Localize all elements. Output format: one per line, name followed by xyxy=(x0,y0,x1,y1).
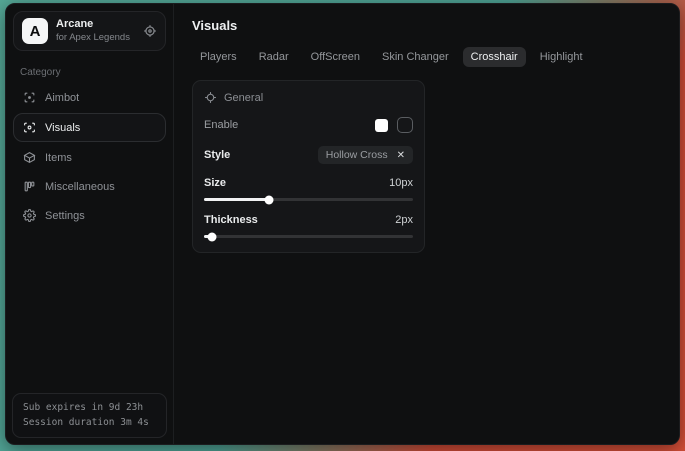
sidebar-item-label: Miscellaneous xyxy=(45,181,115,193)
size-slider[interactable] xyxy=(204,198,413,201)
app-window: A Arcane for Apex Legends Category xyxy=(5,3,680,445)
thickness-slider-thumb[interactable] xyxy=(208,232,217,241)
size-slider-fill xyxy=(204,198,269,201)
sidebar-item-items[interactable]: Items xyxy=(13,144,166,171)
style-select[interactable]: Hollow Cross ✕ xyxy=(318,146,413,164)
brand-logo: A xyxy=(22,18,48,44)
enable-label: Enable xyxy=(204,119,238,131)
sidebar-item-label: Aimbot xyxy=(45,92,79,104)
panel-title: General xyxy=(224,92,263,104)
panel-header: General xyxy=(204,91,413,104)
sidebar-item-label: Visuals xyxy=(45,122,80,134)
tab-offscreen[interactable]: OffScreen xyxy=(303,47,368,67)
size-label: Size xyxy=(204,177,226,189)
crosshair-gear-icon xyxy=(204,91,217,104)
style-value: Hollow Cross xyxy=(326,149,388,161)
tab-highlight[interactable]: Highlight xyxy=(532,47,591,67)
thickness-slider[interactable] xyxy=(204,235,413,238)
tab-players[interactable]: Players xyxy=(192,47,245,67)
clear-style-icon[interactable]: ✕ xyxy=(397,150,405,161)
thickness-value: 2px xyxy=(395,214,413,226)
brand-card: A Arcane for Apex Legends xyxy=(13,11,166,51)
sidebar-item-aimbot[interactable]: Aimbot xyxy=(13,84,166,111)
style-label: Style xyxy=(204,149,230,161)
size-row: Size 10px xyxy=(204,177,413,189)
tab-skin-changer[interactable]: Skin Changer xyxy=(374,47,457,67)
visuals-tabs: Players Radar OffScreen Skin Changer Cro… xyxy=(192,47,661,67)
visuals-eye-icon xyxy=(23,121,36,134)
brand-text: Arcane for Apex Legends xyxy=(56,18,135,44)
sub-expires-text: Sub expires in 9d 23h xyxy=(23,400,156,416)
session-duration-text: Session duration 3m 4s xyxy=(23,415,156,431)
general-panel: General Enable Style Hollow Cross ✕ xyxy=(192,80,425,253)
style-row: Style Hollow Cross ✕ xyxy=(204,146,413,164)
page-title: Visuals xyxy=(192,18,661,33)
enable-checkbox[interactable] xyxy=(397,117,413,133)
misc-columns-icon xyxy=(23,180,36,193)
settings-gear-icon xyxy=(23,209,36,222)
main-content: Visuals Players Radar OffScreen Skin Cha… xyxy=(174,4,679,444)
sidebar: A Arcane for Apex Legends Category xyxy=(6,4,174,444)
aimbot-crosshair-icon xyxy=(23,91,36,104)
thickness-label: Thickness xyxy=(204,214,258,226)
thickness-row: Thickness 2px xyxy=(204,214,413,226)
tab-radar[interactable]: Radar xyxy=(251,47,297,67)
size-slider-thumb[interactable] xyxy=(264,195,273,204)
crosshair-target-icon[interactable] xyxy=(143,24,157,38)
tab-crosshair[interactable]: Crosshair xyxy=(463,47,526,67)
sidebar-item-settings[interactable]: Settings xyxy=(13,202,166,229)
sidebar-item-label: Settings xyxy=(45,210,85,222)
brand-name: Arcane xyxy=(56,18,135,32)
category-label: Category xyxy=(20,67,166,78)
sidebar-item-visuals[interactable]: Visuals xyxy=(13,113,166,142)
subscription-status-card: Sub expires in 9d 23h Session duration 3… xyxy=(12,393,167,438)
enable-row: Enable xyxy=(204,117,413,133)
items-box-icon xyxy=(23,151,36,164)
sidebar-item-miscellaneous[interactable]: Miscellaneous xyxy=(13,173,166,200)
sidebar-item-label: Items xyxy=(45,152,72,164)
brand-subtitle: for Apex Legends xyxy=(56,32,135,44)
size-value: 10px xyxy=(389,177,413,189)
crosshair-color-swatch[interactable] xyxy=(375,119,388,132)
